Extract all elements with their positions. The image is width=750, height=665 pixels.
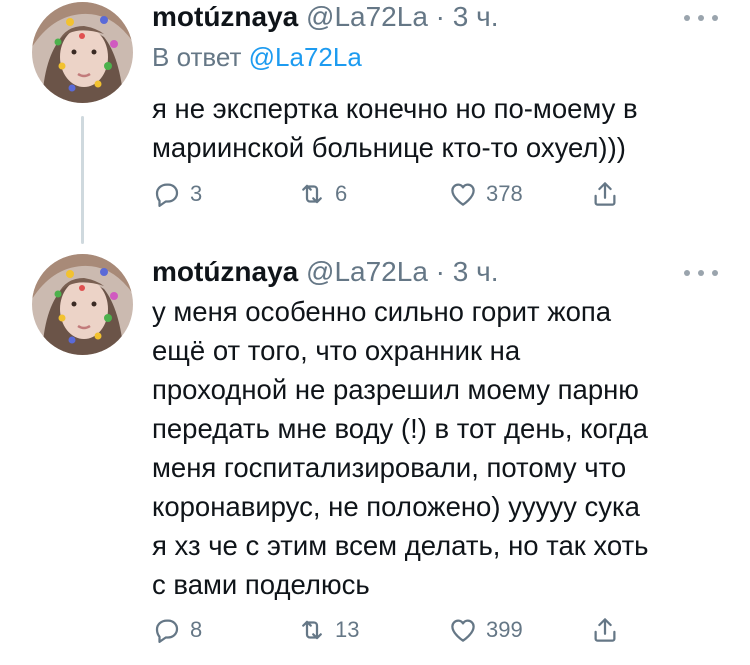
more-icon[interactable] (684, 11, 718, 25)
thread-line (81, 116, 84, 244)
avatar[interactable] (32, 254, 133, 355)
timestamp[interactable]: 3 ч. (453, 1, 499, 32)
reply-prefix: В ответ (152, 42, 249, 72)
heart-icon (451, 183, 475, 206)
tweet-text: у меня особенно сильно горит жопа ещё от… (152, 296, 649, 600)
share-icon (594, 182, 616, 206)
retweet-icon (302, 620, 322, 640)
reply-context: В ответ @La72La (152, 40, 362, 74)
share-icon (594, 618, 616, 642)
retweet-icon (302, 184, 322, 204)
heart-icon (451, 619, 475, 642)
retweet-count: 13 (335, 617, 360, 642)
tweet-header: motúznaya @La72La · 3 ч. (152, 0, 499, 34)
avatar-image (32, 2, 133, 103)
reply-button[interactable]: 3 (152, 176, 202, 212)
avatar-image (32, 254, 133, 355)
user-handle[interactable]: @La72La (306, 256, 428, 287)
action-bar: 8 13 399 (152, 612, 632, 648)
like-count: 399 (486, 617, 523, 642)
like-button[interactable]: 399 (448, 612, 523, 648)
like-button[interactable]: 378 (448, 176, 523, 212)
retweet-count: 6 (335, 181, 348, 206)
reply-count: 3 (190, 181, 203, 206)
share-button[interactable] (590, 176, 620, 212)
tweet-2[interactable]: motúznaya @La72La · 3 ч. у меня особенно… (0, 240, 750, 665)
separator-dot: · (435, 1, 445, 32)
avatar[interactable] (32, 2, 133, 103)
action-bar: 3 6 378 (152, 176, 632, 212)
retweet-button[interactable]: 6 (297, 176, 347, 212)
tweet-text: я не экспертка конечно но по-моему в мар… (152, 93, 638, 163)
tweet-header: motúznaya @La72La · 3 ч. (152, 255, 499, 289)
share-button[interactable] (590, 612, 620, 648)
like-count: 378 (486, 181, 523, 206)
reply-button[interactable]: 8 (152, 612, 202, 648)
display-name[interactable]: motúznaya (152, 1, 298, 32)
retweet-button[interactable]: 13 (297, 612, 359, 648)
more-icon[interactable] (684, 266, 718, 280)
separator-dot: · (435, 256, 445, 287)
reply-icon (155, 619, 179, 643)
reply-icon (155, 183, 179, 207)
display-name[interactable]: motúznaya (152, 256, 298, 287)
reply-count: 8 (190, 617, 203, 642)
timestamp[interactable]: 3 ч. (453, 256, 499, 287)
user-handle[interactable]: @La72La (306, 1, 428, 32)
tweet-1[interactable]: motúznaya @La72La · 3 ч. В ответ @La72La… (0, 0, 750, 244)
reply-handle-link[interactable]: @La72La (249, 42, 362, 72)
